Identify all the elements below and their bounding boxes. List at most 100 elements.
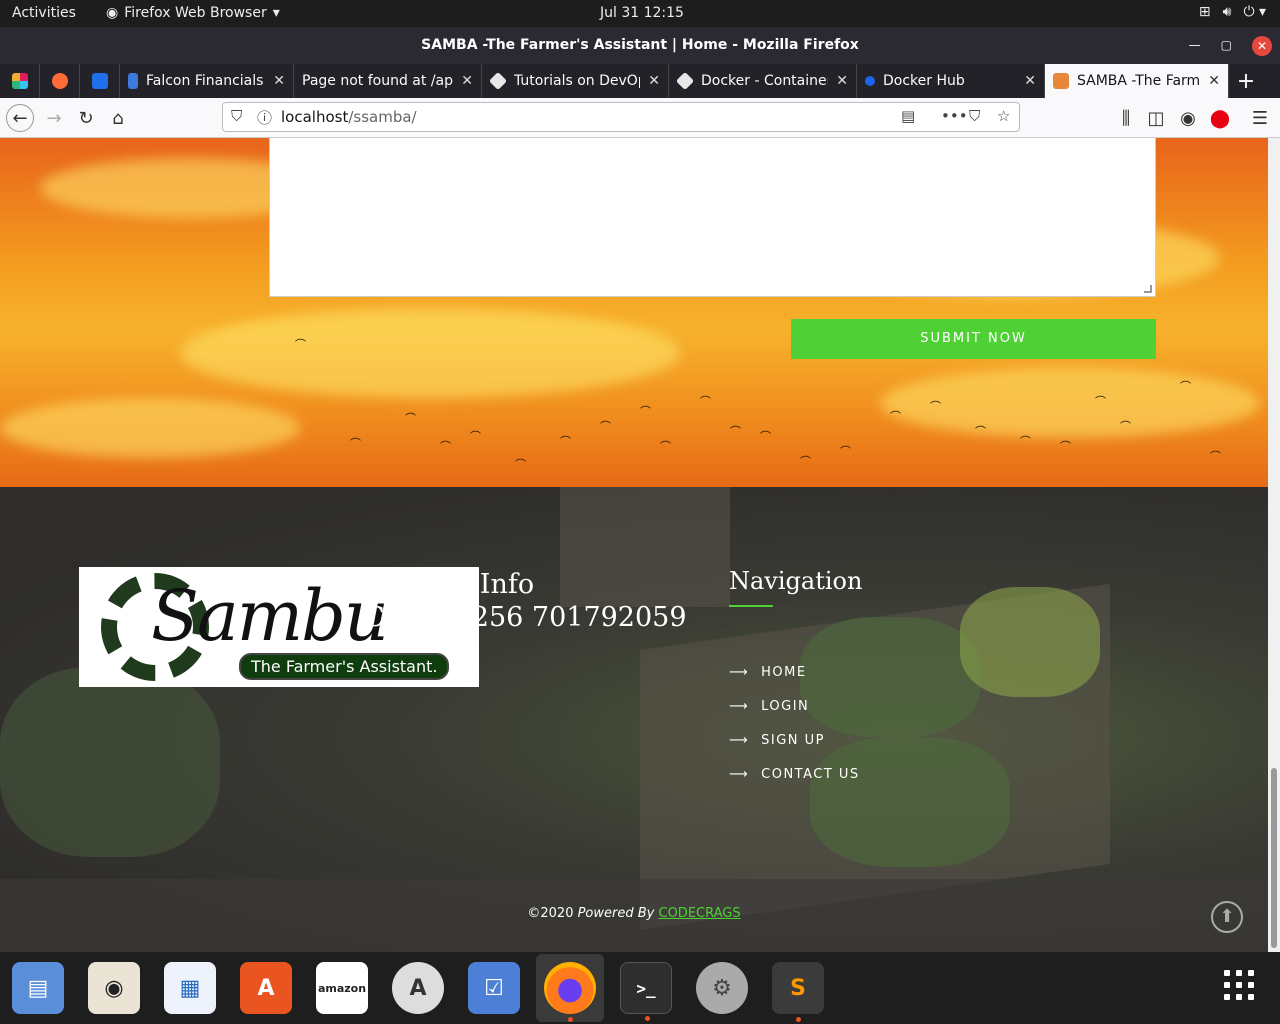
tab-docker-hub[interactable]: Docker Hub ✕ — [857, 64, 1045, 98]
bookmark-star-icon[interactable]: ☆ — [997, 107, 1010, 125]
docker-hub-icon — [865, 76, 875, 86]
arrow-right-icon: ⟶ — [729, 767, 750, 782]
extension-button[interactable]: ⬤ — [1206, 104, 1234, 132]
tab-samba-active[interactable]: SAMBA -The Farmer ✕ — [1045, 64, 1229, 98]
sidebar-button[interactable]: ◫ — [1142, 104, 1170, 132]
close-tab-icon[interactable]: ✕ — [1024, 73, 1036, 89]
tab-label: SAMBA -The Farmer — [1077, 73, 1201, 89]
message-textarea[interactable] — [269, 138, 1156, 297]
system-tray[interactable]: ⊞ 🔊︎ ⏻ ▾ — [1199, 4, 1266, 20]
codecrags-link[interactable]: CODECRAGS — [659, 906, 741, 921]
footer-nav-home[interactable]: ⟶ HOME — [729, 665, 807, 680]
pinned-tab-slack[interactable] — [0, 64, 40, 98]
firefox-small-icon: ◉ — [106, 5, 119, 21]
forward-button[interactable]: → — [40, 104, 68, 132]
tab-tutorials-devops[interactable]: Tutorials on DevOps ✕ — [482, 64, 669, 98]
new-tab-button[interactable]: + — [1229, 64, 1263, 98]
close-tab-icon[interactable]: ✕ — [273, 73, 285, 89]
maximize-button[interactable]: ▢ — [1221, 27, 1232, 64]
contact-phone: Call Us 256 701792059 — [364, 602, 687, 633]
opera-extension-icon: ⬤ — [1209, 107, 1231, 129]
close-tab-icon[interactable]: ✕ — [1208, 73, 1220, 89]
updater-icon[interactable]: A — [392, 962, 444, 1014]
firefox-icon[interactable] — [544, 962, 596, 1022]
page-scrollbar[interactable] — [1268, 138, 1280, 952]
menu-button[interactable]: ☰ — [1246, 104, 1274, 132]
tab-falcon-financials[interactable]: Falcon Financials ✕ — [120, 64, 294, 98]
minimize-button[interactable]: — — [1189, 27, 1201, 64]
devops-icon — [488, 71, 508, 91]
url-path: /ssamba/ — [348, 108, 417, 126]
settings-icon[interactable]: ⚙ — [696, 962, 748, 1014]
library-button[interactable]: ⫼ — [1112, 104, 1140, 132]
scrollbar-thumb[interactable] — [1271, 768, 1277, 948]
bird-decoration: ⌒ — [840, 445, 851, 458]
nav-link-label: LOGIN — [761, 699, 810, 714]
tab-label: Docker - Container — [701, 73, 829, 89]
reader-view-icon[interactable]: ▤ — [901, 107, 915, 125]
crate-decoration — [560, 487, 730, 607]
ubuntu-dock: ▤ ◉ ▦ A amazon A ☑ >_ ⚙ S — [0, 952, 1280, 1024]
sidebar-icon: ◫ — [1147, 107, 1165, 129]
window-title-bar: SAMBA -The Farmer's Assistant | Home - M… — [0, 27, 1280, 64]
forward-arrow-icon: → — [46, 107, 62, 129]
bird-decoration: ⌒ — [700, 395, 711, 408]
rhythmbox-icon[interactable]: ◉ — [88, 962, 140, 1014]
back-button[interactable]: ← — [6, 104, 34, 132]
close-tab-icon[interactable]: ✕ — [648, 73, 660, 89]
reload-icon: ↻ — [78, 107, 94, 129]
amazon-icon[interactable]: amazon — [316, 962, 368, 1014]
files-icon[interactable]: ▤ — [12, 962, 64, 1014]
scroll-to-top-button[interactable]: ⬆ — [1211, 901, 1243, 933]
reload-button[interactable]: ↻ — [72, 104, 100, 132]
pocket-icon — [91, 73, 108, 89]
close-tab-icon[interactable]: ✕ — [836, 73, 848, 89]
copyright-year: ©2020 — [527, 906, 578, 921]
site-footer: Sambu The Farmer's Assistant. Contact In… — [0, 487, 1268, 952]
powered-by-text: Powered By — [577, 906, 659, 921]
network-icon: ⊞ — [1198, 4, 1211, 20]
pocket-save-icon[interactable]: ⛉ — [969, 107, 980, 125]
bird-decoration: ⌒ — [890, 410, 901, 423]
account-button[interactable]: ◉ — [1174, 104, 1202, 132]
bird-decoration: ⌒ — [440, 440, 451, 453]
writer-icon[interactable]: ▦ — [164, 962, 216, 1014]
logo-wordmark: Sambu — [151, 575, 389, 657]
footer-nav-login[interactable]: ⟶ LOGIN — [729, 699, 809, 714]
bird-decoration: ⌒ — [515, 458, 526, 471]
url-text[interactable]: localhost/ssamba/ — [281, 108, 417, 126]
tab-docker-container[interactable]: Docker - Container ✕ — [669, 64, 857, 98]
sublime-icon[interactable]: S — [772, 962, 824, 1022]
resize-grip-icon[interactable] — [1144, 285, 1152, 293]
todo-icon[interactable]: ☑ — [468, 962, 520, 1014]
url-bar[interactable]: ⛉ ⓘ localhost/ssamba/ ▤ ••• ⛉ ☆ — [222, 102, 1020, 132]
arrow-right-icon: ⟶ — [729, 733, 750, 748]
pinned-tab-postman[interactable] — [40, 64, 80, 98]
app-menu[interactable]: ◉ Firefox Web Browser ▾ — [106, 5, 280, 21]
pinned-tab-pocket[interactable] — [80, 64, 120, 98]
close-window-button[interactable]: ✕ — [1252, 35, 1272, 56]
terminal-icon[interactable]: >_ — [620, 962, 672, 1021]
footer-nav-contact[interactable]: ⟶ CONTACT US — [729, 767, 860, 782]
back-arrow-icon: ← — [12, 107, 28, 129]
close-tab-icon[interactable]: ✕ — [461, 73, 473, 89]
clock[interactable]: Jul 31 12:15 — [600, 5, 684, 21]
software-center-icon[interactable]: A — [240, 962, 292, 1014]
bird-decoration: ⌒ — [1180, 380, 1191, 393]
info-icon[interactable]: ⓘ — [257, 107, 272, 128]
bird-decoration: ⌒ — [470, 430, 481, 443]
volume-icon: 🔊︎ — [1222, 4, 1232, 20]
plant-decoration — [960, 587, 1100, 697]
page-content: SUBMIT NOW ⌒ ⌒ ⌒ ⌒ ⌒ ⌒ ⌒ ⌒ ⌒ ⌒ ⌒ ⌒ ⌒ ⌒ ⌒… — [0, 138, 1268, 952]
home-icon: ⌂ — [112, 107, 124, 129]
activities-button[interactable]: Activities — [12, 5, 76, 21]
footer-nav-signup[interactable]: ⟶ SIGN UP — [729, 733, 825, 748]
tab-strip: Falcon Financials ✕ Page not found at /a… — [0, 64, 1280, 98]
home-button[interactable]: ⌂ — [104, 104, 132, 132]
shield-icon[interactable]: ⛉ — [231, 107, 242, 125]
tab-page-not-found[interactable]: Page not found at /api ✕ — [294, 64, 482, 98]
page-actions-icon[interactable]: ••• — [941, 107, 968, 125]
copyright-bar: ©2020 Powered By CODECRAGS ⬆ — [0, 879, 1268, 952]
submit-button[interactable]: SUBMIT NOW — [791, 319, 1156, 359]
show-applications-button[interactable] — [1224, 970, 1254, 1000]
